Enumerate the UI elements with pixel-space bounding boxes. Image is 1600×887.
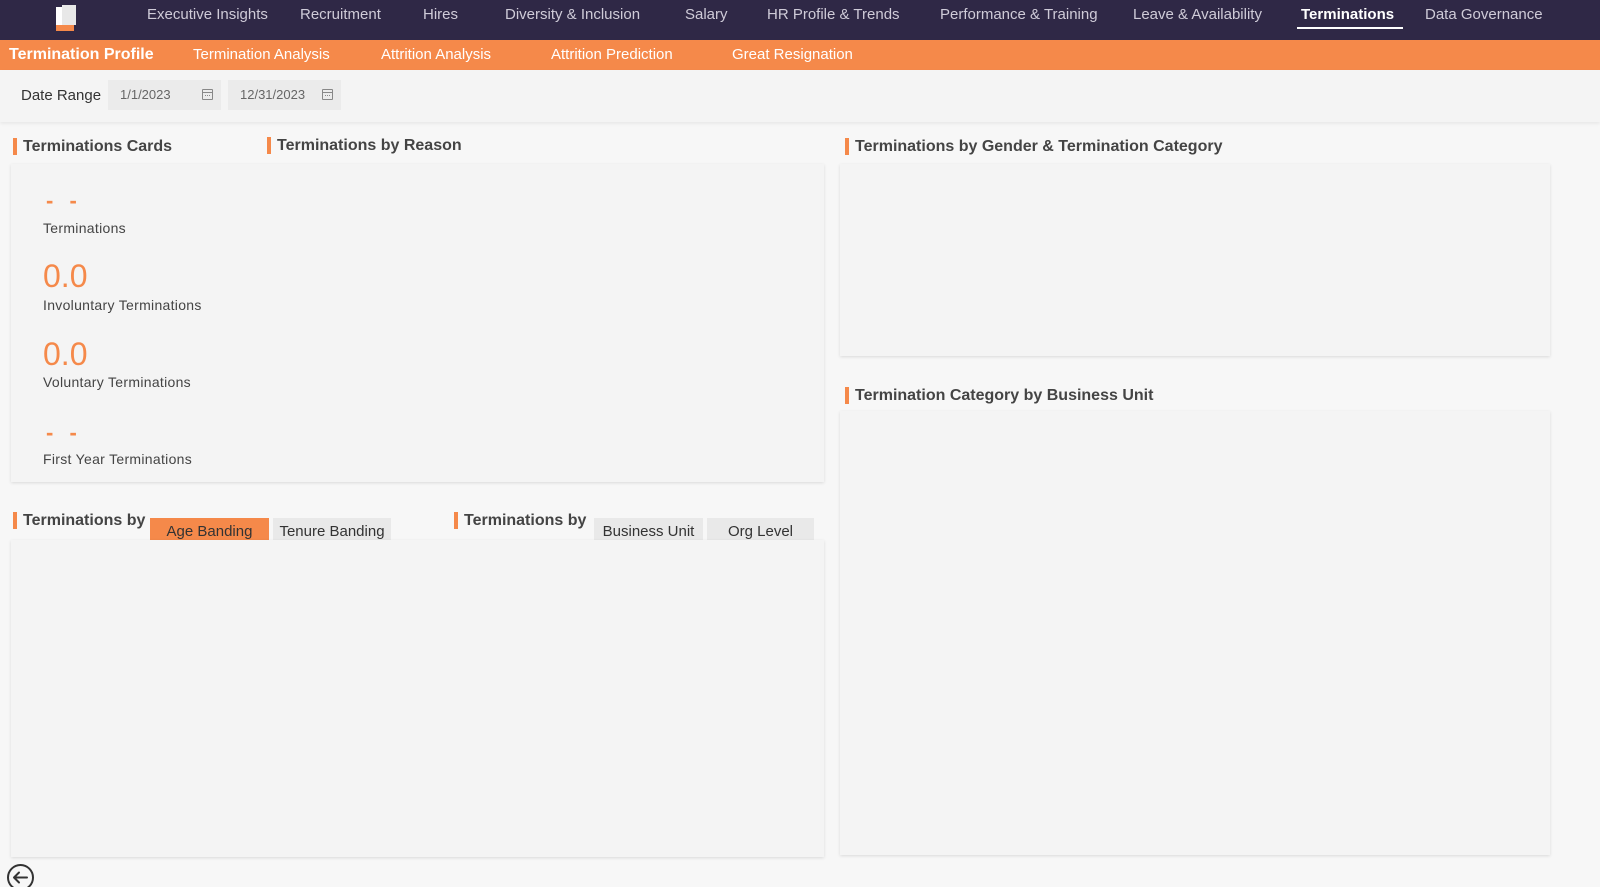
category-business-unit-chart [840, 411, 1550, 855]
terminations-by-unit-title: Terminations by [454, 511, 586, 531]
involuntary-label: Involuntary Terminations [43, 297, 202, 313]
terminations-label: Terminations [43, 220, 126, 236]
subnav-attrition-prediction[interactable]: Attrition Prediction [551, 40, 673, 70]
subnav-great-resignation[interactable]: Great Resignation [732, 40, 853, 70]
gender-category-title: Terminations by Gender & Termination Cat… [845, 137, 1222, 157]
brand-logo-icon[interactable] [52, 3, 78, 33]
nav-performance-training[interactable]: Performance & Training [940, 0, 1098, 40]
first-year-value: - - [46, 420, 82, 445]
first-year-label: First Year Terminations [43, 451, 193, 467]
calendar-icon[interactable] [322, 89, 333, 100]
start-date-value: 1/1/2023 [120, 87, 171, 102]
end-date-input[interactable]: 12/31/2023 [228, 80, 341, 110]
nav-leave-availability[interactable]: Leave & Availability [1133, 0, 1262, 40]
involuntary-value: 0.0 [43, 258, 88, 294]
nav-recruitment[interactable]: Recruitment [300, 0, 381, 40]
subnav-attrition-analysis[interactable]: Attrition Analysis [381, 40, 491, 70]
voluntary-label: Voluntary Terminations [43, 374, 191, 390]
cards-reason-panel: - - Terminations 0.0 Involuntary Termina… [11, 164, 824, 482]
nav-data-governance[interactable]: Data Governance [1425, 0, 1543, 40]
nav-executive-insights[interactable]: Executive Insights [147, 0, 268, 40]
voluntary-value: 0.0 [43, 336, 88, 372]
banding-unit-chart [11, 540, 824, 857]
category-business-unit-title: Termination Category by Business Unit [845, 386, 1153, 406]
back-button[interactable] [7, 864, 34, 887]
nav-hr-profile-trends[interactable]: HR Profile & Trends [767, 0, 900, 40]
sub-nav: Termination Profile Termination Analysis… [0, 40, 1600, 70]
start-date-input[interactable]: 1/1/2023 [108, 80, 221, 110]
calendar-icon[interactable] [202, 89, 213, 100]
subnav-termination-analysis[interactable]: Termination Analysis [193, 40, 330, 70]
nav-hires[interactable]: Hires [423, 0, 458, 40]
terminations-by-reason-title: Terminations by Reason [267, 136, 462, 156]
nav-terminations[interactable]: Terminations [1296, 0, 1404, 40]
end-date-value: 12/31/2023 [240, 87, 306, 102]
nav-salary[interactable]: Salary [685, 0, 728, 40]
subnav-termination-profile[interactable]: Termination Profile [9, 40, 154, 70]
date-range-label: Date Range [21, 87, 102, 104]
top-nav: Executive Insights Recruitment Hires Div… [0, 0, 1600, 40]
gender-category-chart [840, 164, 1550, 356]
terminations-by-banding-title: Terminations by [13, 511, 145, 531]
terminations-cards-title: Terminations Cards [13, 137, 172, 157]
nav-diversity-inclusion[interactable]: Diversity & Inclusion [505, 0, 640, 40]
terminations-value: - - [46, 188, 82, 213]
filter-bar: Date Range 1/1/2023 12/31/2023 [0, 70, 1600, 122]
back-arrow-icon [13, 871, 28, 884]
